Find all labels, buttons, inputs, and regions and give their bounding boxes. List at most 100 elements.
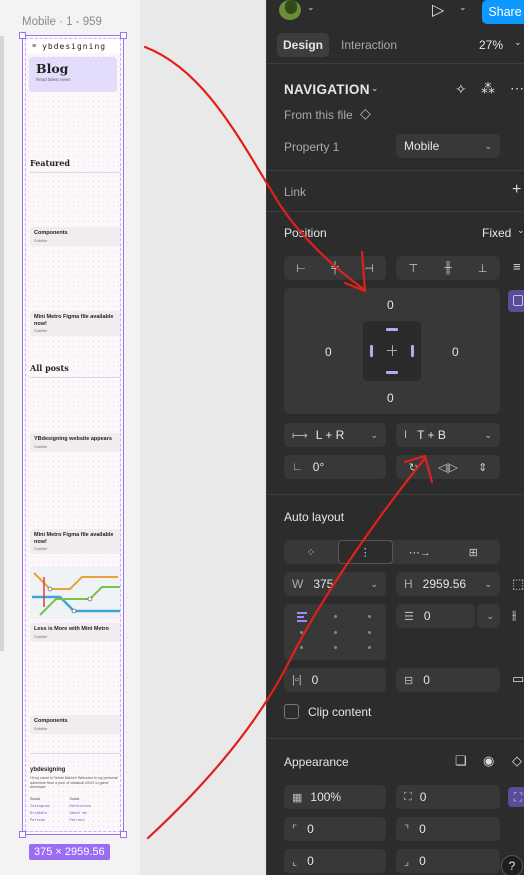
padding-vertical-field[interactable]: ⊟ 0 <box>396 668 500 692</box>
height-field[interactable]: H 2959.56 ⌄ <box>396 572 500 596</box>
resize-handle[interactable] <box>19 32 26 39</box>
style-variables-icon[interactable]: ❏ <box>455 753 467 769</box>
width-label: W <box>292 577 304 591</box>
user-avatar[interactable] <box>279 0 301 20</box>
help-button[interactable]: ? <box>501 855 523 875</box>
padding-vertical-value: 0 <box>423 673 430 687</box>
radius-top-right-field[interactable]: ⌝ 0 <box>396 817 500 841</box>
footer-description: Hi my name is Yende Bakker! Welcome to m… <box>30 776 118 790</box>
independent-corners-button[interactable]: ⛶ <box>508 787 524 807</box>
constraint-top-value[interactable]: 0 <box>387 298 394 312</box>
constraint-bottom-value[interactable]: 0 <box>387 391 394 405</box>
design-canvas[interactable]: Mobile · 1 - 959 ≡ ybdesigning Blog Read… <box>0 0 266 875</box>
tab-design[interactable]: Design <box>277 33 329 57</box>
transform-group: ↻ ◁|▷ ⇕ <box>396 455 500 479</box>
resize-handle[interactable] <box>19 831 26 838</box>
component-sparkle-icon[interactable]: ✧ <box>455 81 467 98</box>
align-right-icon[interactable]: ⊣ <box>352 256 386 280</box>
present-play-icon[interactable]: ▷ <box>432 0 444 20</box>
post-subtitle: Subtitle <box>34 328 48 334</box>
footer-link[interactable]: About me <box>69 810 91 817</box>
tab-interaction[interactable]: Interaction <box>341 38 397 52</box>
post-card: Components Subtitle <box>30 715 120 734</box>
padding-horizontal-icon: |▫| <box>292 674 302 686</box>
corner-radius-icon: ⛶ <box>404 790 412 803</box>
flip-vertical-icon[interactable]: ⇕ <box>465 455 500 479</box>
post-title: Components <box>34 718 68 724</box>
component-diamond-icon: ◇ <box>360 105 371 121</box>
flip-horizontal-icon[interactable]: ◁|▷ <box>431 455 466 479</box>
component-source[interactable]: From this file <box>284 108 353 122</box>
align-top-icon[interactable]: ⊤ <box>396 256 431 280</box>
width-field[interactable]: W 375 ⌄ <box>284 572 386 596</box>
position-mode[interactable]: Fixed <box>482 226 511 240</box>
align-left-icon[interactable]: ⊢ <box>284 256 318 280</box>
constraint-lock-button[interactable] <box>508 290 524 312</box>
variants-grid-icon[interactable]: ⁂ <box>481 80 495 97</box>
radius-bottom-left-value: 0 <box>307 854 314 868</box>
align-middle-icon[interactable]: ╫ <box>431 256 466 280</box>
corner-radius-field[interactable]: ⛶ 0 <box>396 785 500 809</box>
constraint-left-value[interactable]: 0 <box>325 345 332 359</box>
align-center-h-icon[interactable]: ╪ <box>318 256 352 280</box>
chevron-down-icon[interactable]: ⌄ <box>514 37 522 48</box>
rotation-field[interactable]: ∟ 0° <box>284 455 386 479</box>
chevron-down-icon[interactable]: ⌄ <box>307 2 315 13</box>
resize-to-fit-icon[interactable]: ⬚ <box>512 576 524 592</box>
frame-size-badge: 375 × 2959.56 <box>29 844 110 860</box>
share-button[interactable]: Share <box>482 0 524 24</box>
visibility-eye-icon[interactable]: ◉ <box>483 753 494 769</box>
frame-label[interactable]: Mobile · 1 - 959 <box>22 16 102 28</box>
vertical-align-group: ⊤ ╫ ⊥ <box>396 256 500 280</box>
site-logo: ybdesigning <box>42 41 107 51</box>
add-link-icon[interactable]: + <box>512 181 521 199</box>
metro-map-image <box>30 567 120 619</box>
chevron-down-icon[interactable]: ⌄ <box>517 225 524 236</box>
link-label: Link <box>284 185 307 199</box>
divider <box>30 377 120 378</box>
selected-mobile-frame[interactable]: ≡ ybdesigning Blog Read latest news Feat… <box>19 32 127 838</box>
component-name[interactable]: NAVIGATION <box>284 82 370 97</box>
constraint-right-value[interactable]: 0 <box>452 345 459 359</box>
radius-top-left-value: 0 <box>307 822 314 836</box>
resize-handle[interactable] <box>120 32 127 39</box>
constraint-diagram[interactable] <box>363 321 421 381</box>
individual-padding-icon[interactable]: ▭ <box>512 671 524 687</box>
radius-bottom-left-field[interactable]: ⌞ 0 <box>284 849 386 873</box>
distribute-icon[interactable]: ≡ <box>513 259 521 274</box>
layout-horizontal-icon[interactable]: ⋯→ <box>393 540 447 564</box>
clip-content-checkbox[interactable] <box>284 704 299 719</box>
gap-dropdown[interactable]: ⌄ <box>477 604 500 628</box>
layout-freeform-icon[interactable]: ⁘ <box>284 540 338 564</box>
advanced-layout-icon[interactable]: ⫲ <box>512 607 516 623</box>
footer-link[interactable]: Dribbble <box>30 810 49 817</box>
appearance-label: Appearance <box>284 755 349 769</box>
property-select[interactable]: Mobile ⌄ <box>396 134 500 158</box>
footer-link[interactable]: Patreon <box>69 817 91 824</box>
opacity-field[interactable]: ▦ 100% <box>284 785 386 809</box>
rotate-icon[interactable]: ↻ <box>396 455 431 479</box>
more-options-icon[interactable]: ⋯ <box>510 80 524 97</box>
layout-grid-icon[interactable]: ⊞ <box>447 540 501 564</box>
divider <box>267 170 524 171</box>
layout-vertical-icon[interactable]: ⋮ <box>337 540 393 564</box>
zoom-level[interactable]: 27% <box>479 38 503 52</box>
align-bottom-icon[interactable]: ⊥ <box>465 256 500 280</box>
footer-link[interactable]: Instagram <box>30 803 49 810</box>
divider <box>267 211 524 212</box>
chevron-down-icon[interactable]: ⌄ <box>371 83 379 94</box>
mobile-navigation-bar[interactable]: ≡ ybdesigning <box>26 39 120 53</box>
radius-bottom-right-field[interactable]: ⌟ 0 <box>396 849 500 873</box>
footer-link[interactable]: Patreon <box>30 817 49 824</box>
blend-mode-drop-icon[interactable]: ◇ <box>512 753 522 769</box>
resize-handle[interactable] <box>120 831 127 838</box>
chevron-down-icon[interactable]: ⌄ <box>459 2 467 13</box>
horizontal-constraint-select[interactable]: ⟼ L + R ⌄ <box>284 423 386 447</box>
gap-field[interactable]: ☰ 0 <box>396 604 475 628</box>
vertical-constraint-select[interactable]: I T + B ⌄ <box>396 423 500 447</box>
footer-link[interactable]: References <box>69 803 91 810</box>
padding-horizontal-field[interactable]: |▫| 0 <box>284 668 386 692</box>
post-title: YBdesigning website appears <box>34 436 112 442</box>
alignment-grid[interactable] <box>284 604 386 660</box>
radius-top-left-field[interactable]: ⌜ 0 <box>284 817 386 841</box>
